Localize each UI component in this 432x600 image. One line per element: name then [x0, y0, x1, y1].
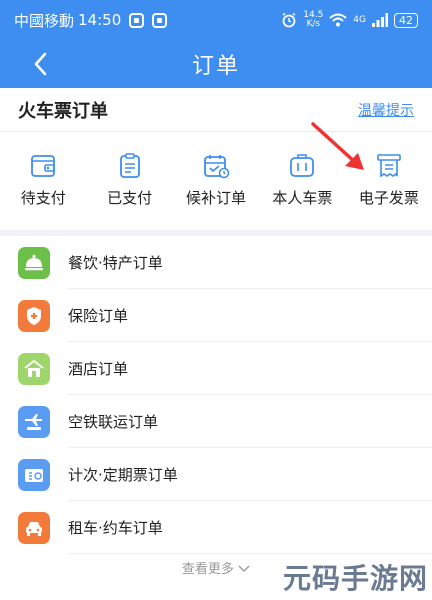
wifi-icon: [329, 13, 347, 27]
category-own-tickets[interactable]: 本人车票: [259, 132, 345, 228]
view-more-label: 查看更多: [181, 562, 234, 577]
alarm-icon: [282, 12, 296, 28]
order-categories: 待支付 已支付 候补订单 本人车票 电子发票: [0, 132, 432, 228]
badge: [18, 246, 50, 279]
carrier-name: 中國移動: [14, 11, 75, 30]
back-button[interactable]: [22, 46, 58, 82]
tips-link[interactable]: 温馨提示: [358, 100, 414, 120]
invoice-icon: [377, 153, 401, 177]
category-pending-payment[interactable]: 待支付: [0, 132, 86, 228]
card-header: 火车票订单 温馨提示: [0, 88, 432, 132]
category-waitlist[interactable]: 候补订单: [173, 132, 259, 228]
category-label: 候补订单: [186, 188, 247, 207]
list-item-car-rental[interactable]: 租车·约车订单: [0, 501, 432, 554]
list-item-label: 保险订单: [68, 289, 432, 342]
nav-bar: 订单: [0, 40, 432, 88]
badge: [18, 299, 50, 332]
car-icon: [26, 521, 42, 536]
signal-icon: [372, 13, 388, 27]
list-item-insurance[interactable]: 保险订单: [0, 289, 432, 342]
list-item-pass-ticket[interactable]: 计次·定期票订单: [0, 448, 432, 501]
list-item-label: 空铁联运订单: [68, 395, 432, 448]
badge: [18, 405, 50, 438]
page-title: 订单: [191, 54, 240, 79]
category-label: 本人车票: [272, 188, 333, 207]
list-item-label: 租车·约车订单: [68, 501, 432, 554]
battery-indicator: 42: [394, 12, 418, 28]
train-ticket-icon: [290, 153, 315, 177]
app-notification-icon: [129, 12, 145, 28]
list-item-food[interactable]: 餐饮·特产订单: [0, 236, 432, 289]
speed-unit: K/s: [306, 19, 321, 29]
train-order-card: 火车票订单 温馨提示 待支付 已支付 候补订单 本人车票 电子发票: [0, 88, 432, 230]
watermark: 元码手游网: [282, 562, 428, 595]
plane-train-icon: [25, 413, 42, 430]
calendar-icon: [204, 154, 230, 178]
badge: [18, 511, 50, 544]
card-title: 火车票订单: [18, 100, 108, 122]
list-item-hotel[interactable]: 酒店订单: [0, 342, 432, 395]
list-item-label: 餐饮·特产订单: [68, 236, 432, 289]
badge: [18, 458, 50, 491]
back-arrow-icon: [34, 52, 47, 76]
network-speed: 14.5 K/s: [303, 11, 323, 29]
clipboard-icon: [119, 152, 140, 178]
order-list: 餐饮·特产订单 保险订单 酒店订单 空铁联运订单 计次·定期票订单 租车·约车订…: [0, 236, 432, 600]
category-label: 已支付: [107, 188, 153, 207]
list-item-label: 计次·定期票订单: [68, 448, 432, 501]
status-right: 14.5 K/s 4G 42: [281, 11, 418, 29]
wallet-icon: [31, 154, 56, 177]
hotel-icon: [24, 359, 44, 377]
status-left: 中國移動 14:50: [14, 10, 168, 31]
category-paid[interactable]: 已支付: [86, 132, 172, 228]
status-time: 14:50: [78, 11, 122, 29]
status-bar: 中國移動 14:50 14.5 K/s 4G 42: [0, 0, 432, 40]
ticket-pass-icon: [25, 468, 43, 482]
shield-plus-icon: [27, 306, 41, 325]
food-cover-icon: [25, 254, 43, 270]
list-item-label: 酒店订单: [68, 342, 432, 395]
network-type: 4G: [353, 15, 366, 25]
chevron-down-icon: [238, 565, 250, 572]
badge: [18, 352, 50, 385]
category-e-invoice[interactable]: 电子发票: [346, 132, 432, 228]
list-item-air-rail[interactable]: 空铁联运订单: [0, 395, 432, 448]
app-notification-icon: [152, 12, 168, 28]
category-label: 电子发票: [358, 188, 419, 207]
category-label: 待支付: [20, 188, 66, 207]
